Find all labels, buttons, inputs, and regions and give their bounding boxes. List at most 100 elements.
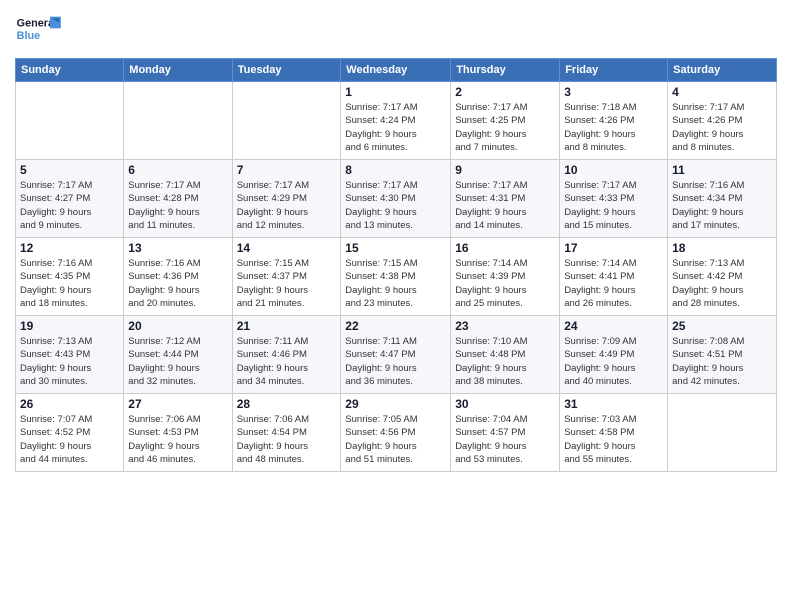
calendar-cell: 22 Sunrise: 7:11 AM Sunset: 4:47 PM Dayli… — [341, 316, 451, 394]
header: General Blue — [15, 10, 777, 50]
day-info: Sunrise: 7:17 AM Sunset: 4:29 PM Dayligh… — [237, 179, 337, 232]
day-number: 22 — [345, 319, 446, 333]
calendar-week-row: 5 Sunrise: 7:17 AM Sunset: 4:27 PM Daylig… — [16, 160, 777, 238]
calendar-cell: 5 Sunrise: 7:17 AM Sunset: 4:27 PM Daylig… — [16, 160, 124, 238]
calendar-cell: 18 Sunrise: 7:13 AM Sunset: 4:42 PM Dayli… — [668, 238, 777, 316]
day-info: Sunrise: 7:11 AM Sunset: 4:46 PM Dayligh… — [237, 335, 337, 388]
day-number: 17 — [564, 241, 663, 255]
day-header-monday: Monday — [124, 59, 232, 82]
day-info: Sunrise: 7:06 AM Sunset: 4:53 PM Dayligh… — [128, 413, 227, 466]
calendar-cell: 10 Sunrise: 7:17 AM Sunset: 4:33 PM Dayli… — [560, 160, 668, 238]
day-info: Sunrise: 7:16 AM Sunset: 4:35 PM Dayligh… — [20, 257, 119, 310]
calendar-cell: 15 Sunrise: 7:15 AM Sunset: 4:38 PM Dayli… — [341, 238, 451, 316]
day-number: 27 — [128, 397, 227, 411]
day-info: Sunrise: 7:16 AM Sunset: 4:36 PM Dayligh… — [128, 257, 227, 310]
calendar-cell: 16 Sunrise: 7:14 AM Sunset: 4:39 PM Dayli… — [451, 238, 560, 316]
calendar-week-row: 19 Sunrise: 7:13 AM Sunset: 4:43 PM Dayli… — [16, 316, 777, 394]
calendar-header-row: SundayMondayTuesdayWednesdayThursdayFrid… — [16, 59, 777, 82]
calendar-cell: 20 Sunrise: 7:12 AM Sunset: 4:44 PM Dayli… — [124, 316, 232, 394]
calendar-cell: 13Sunrise: 7:16 AM Sunset: 4:36 PM Dayli… — [124, 238, 232, 316]
day-info: Sunrise: 7:17 AM Sunset: 4:28 PM Dayligh… — [128, 179, 227, 232]
day-info: Sunrise: 7:06 AM Sunset: 4:54 PM Dayligh… — [237, 413, 337, 466]
day-number: 6 — [128, 163, 227, 177]
calendar-week-row: 12 Sunrise: 7:16 AM Sunset: 4:35 PM Dayli… — [16, 238, 777, 316]
calendar-cell — [16, 82, 124, 160]
logo-icon: General Blue — [15, 10, 65, 50]
day-info: Sunrise: 7:17 AM Sunset: 4:24 PM Dayligh… — [345, 101, 446, 154]
day-info: Sunrise: 7:04 AM Sunset: 4:57 PM Dayligh… — [455, 413, 555, 466]
day-info: Sunrise: 7:13 AM Sunset: 4:42 PM Dayligh… — [672, 257, 772, 310]
day-info: Sunrise: 7:17 AM Sunset: 4:31 PM Dayligh… — [455, 179, 555, 232]
day-number: 7 — [237, 163, 337, 177]
day-number: 29 — [345, 397, 446, 411]
day-number: 10 — [564, 163, 663, 177]
day-header-tuesday: Tuesday — [232, 59, 341, 82]
svg-text:Blue: Blue — [17, 30, 40, 42]
day-info: Sunrise: 7:05 AM Sunset: 4:56 PM Dayligh… — [345, 413, 446, 466]
calendar-cell: 9 Sunrise: 7:17 AM Sunset: 4:31 PM Daylig… — [451, 160, 560, 238]
calendar-cell — [668, 394, 777, 472]
day-header-saturday: Saturday — [668, 59, 777, 82]
calendar-cell: 3Sunrise: 7:18 AM Sunset: 4:26 PM Daylig… — [560, 82, 668, 160]
calendar-cell: 1 Sunrise: 7:17 AM Sunset: 4:24 PM Daylig… — [341, 82, 451, 160]
day-info: Sunrise: 7:03 AM Sunset: 4:58 PM Dayligh… — [564, 413, 663, 466]
day-info: Sunrise: 7:17 AM Sunset: 4:25 PM Dayligh… — [455, 101, 555, 154]
calendar-cell: 8 Sunrise: 7:17 AM Sunset: 4:30 PM Daylig… — [341, 160, 451, 238]
day-number: 25 — [672, 319, 772, 333]
calendar-cell: 26 Sunrise: 7:07 AM Sunset: 4:52 PM Dayli… — [16, 394, 124, 472]
day-number: 20 — [128, 319, 227, 333]
day-info: Sunrise: 7:07 AM Sunset: 4:52 PM Dayligh… — [20, 413, 119, 466]
calendar-cell: 24 Sunrise: 7:09 AM Sunset: 4:49 PM Dayli… — [560, 316, 668, 394]
day-number: 11 — [672, 163, 772, 177]
day-header-sunday: Sunday — [16, 59, 124, 82]
page-container: General Blue SundayMondayTuesdayWednesda… — [0, 0, 792, 477]
calendar-cell: 19 Sunrise: 7:13 AM Sunset: 4:43 PM Dayli… — [16, 316, 124, 394]
day-number: 1 — [345, 85, 446, 99]
day-number: 5 — [20, 163, 119, 177]
day-header-friday: Friday — [560, 59, 668, 82]
calendar-cell: 31 Sunrise: 7:03 AM Sunset: 4:58 PM Dayli… — [560, 394, 668, 472]
day-number: 19 — [20, 319, 119, 333]
day-number: 31 — [564, 397, 663, 411]
day-number: 26 — [20, 397, 119, 411]
calendar-cell: 11 Sunrise: 7:16 AM Sunset: 4:34 PM Dayli… — [668, 160, 777, 238]
day-number: 24 — [564, 319, 663, 333]
calendar-cell: 30Sunrise: 7:04 AM Sunset: 4:57 PM Dayli… — [451, 394, 560, 472]
day-info: Sunrise: 7:14 AM Sunset: 4:39 PM Dayligh… — [455, 257, 555, 310]
calendar-week-row: 1 Sunrise: 7:17 AM Sunset: 4:24 PM Daylig… — [16, 82, 777, 160]
day-number: 16 — [455, 241, 555, 255]
calendar-cell — [124, 82, 232, 160]
day-number: 14 — [237, 241, 337, 255]
calendar-cell: 27 Sunrise: 7:06 AM Sunset: 4:53 PM Dayli… — [124, 394, 232, 472]
calendar-week-row: 26 Sunrise: 7:07 AM Sunset: 4:52 PM Dayli… — [16, 394, 777, 472]
calendar-cell — [232, 82, 341, 160]
day-number: 8 — [345, 163, 446, 177]
day-info: Sunrise: 7:14 AM Sunset: 4:41 PM Dayligh… — [564, 257, 663, 310]
day-number: 15 — [345, 241, 446, 255]
day-info: Sunrise: 7:15 AM Sunset: 4:37 PM Dayligh… — [237, 257, 337, 310]
day-number: 23 — [455, 319, 555, 333]
calendar-cell: 4Sunrise: 7:17 AM Sunset: 4:26 PM Daylig… — [668, 82, 777, 160]
day-number: 28 — [237, 397, 337, 411]
day-info: Sunrise: 7:17 AM Sunset: 4:30 PM Dayligh… — [345, 179, 446, 232]
day-info: Sunrise: 7:11 AM Sunset: 4:47 PM Dayligh… — [345, 335, 446, 388]
day-number: 18 — [672, 241, 772, 255]
day-info: Sunrise: 7:09 AM Sunset: 4:49 PM Dayligh… — [564, 335, 663, 388]
calendar-cell: 7 Sunrise: 7:17 AM Sunset: 4:29 PM Daylig… — [232, 160, 341, 238]
day-number: 21 — [237, 319, 337, 333]
logo: General Blue — [15, 10, 65, 50]
day-number: 12 — [20, 241, 119, 255]
calendar-cell: 14 Sunrise: 7:15 AM Sunset: 4:37 PM Dayli… — [232, 238, 341, 316]
day-info: Sunrise: 7:16 AM Sunset: 4:34 PM Dayligh… — [672, 179, 772, 232]
day-number: 3 — [564, 85, 663, 99]
day-info: Sunrise: 7:12 AM Sunset: 4:44 PM Dayligh… — [128, 335, 227, 388]
day-info: Sunrise: 7:17 AM Sunset: 4:26 PM Dayligh… — [672, 101, 772, 154]
day-header-thursday: Thursday — [451, 59, 560, 82]
day-info: Sunrise: 7:17 AM Sunset: 4:33 PM Dayligh… — [564, 179, 663, 232]
day-info: Sunrise: 7:13 AM Sunset: 4:43 PM Dayligh… — [20, 335, 119, 388]
calendar-cell: 28 Sunrise: 7:06 AM Sunset: 4:54 PM Dayli… — [232, 394, 341, 472]
day-number: 9 — [455, 163, 555, 177]
calendar-cell: 12 Sunrise: 7:16 AM Sunset: 4:35 PM Dayli… — [16, 238, 124, 316]
day-info: Sunrise: 7:15 AM Sunset: 4:38 PM Dayligh… — [345, 257, 446, 310]
day-info: Sunrise: 7:17 AM Sunset: 4:27 PM Dayligh… — [20, 179, 119, 232]
